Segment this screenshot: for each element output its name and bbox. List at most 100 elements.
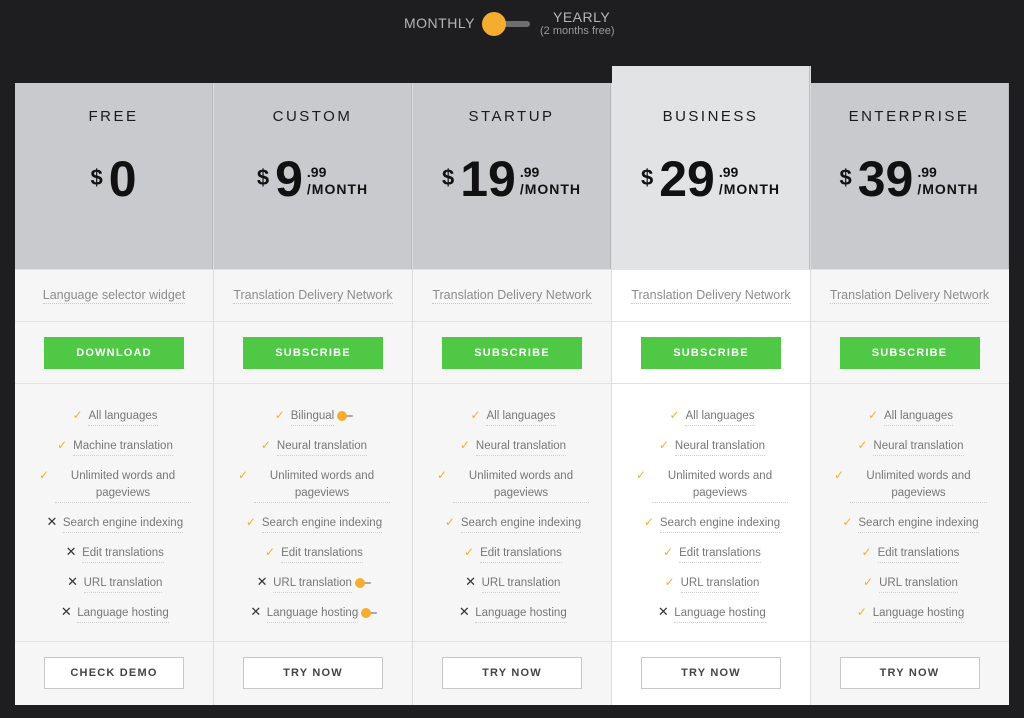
feature-label[interactable]: Language hosting	[674, 605, 766, 623]
feature-label[interactable]: Search engine indexing	[62, 515, 184, 533]
plan-tagline[interactable]: Translation Delivery Network	[631, 288, 791, 304]
plan-tagline[interactable]: Language selector widget	[42, 288, 186, 304]
plan-tagline[interactable]: Translation Delivery Network	[829, 288, 990, 304]
price-currency: $	[441, 165, 455, 190]
addon-toggle-knob[interactable]	[354, 578, 365, 588]
try-now-button[interactable]: TRY NOW	[442, 657, 582, 689]
feature-label[interactable]: Edit translations	[480, 545, 562, 563]
plan-column-enterprise: ENTERPRISE $39.99/MONTH Translation Deli…	[810, 83, 1009, 705]
price-cents: .99	[718, 164, 739, 180]
feature-label[interactable]: Unlimited words and pageviews	[652, 468, 788, 503]
plan-header: STARTUP $19.99/MONTH	[413, 83, 611, 269]
feature-label[interactable]: All languages	[883, 408, 954, 426]
feature-label[interactable]: Edit translations	[281, 545, 363, 563]
try-now-button[interactable]: TRY NOW	[839, 657, 980, 689]
feature-label[interactable]: Search engine indexing	[659, 515, 781, 533]
feature-label[interactable]: Unlimited words and pageviews	[453, 468, 589, 503]
feature-item: ✓ Neural translation	[612, 438, 810, 456]
feature-label[interactable]: Edit translations	[82, 545, 164, 563]
feature-list: ✓ Bilingual ✓ Neural translation ✓ Unlim…	[214, 384, 412, 642]
addon-toggle-icon[interactable]	[361, 608, 378, 618]
price-amount: 19	[460, 151, 516, 207]
feature-label[interactable]: Neural translation	[873, 438, 964, 456]
feature-label[interactable]: All languages	[486, 408, 556, 426]
plan-tagline-row: Translation Delivery Network	[413, 269, 611, 322]
check-icon: ✓	[857, 438, 868, 452]
plan-price: $29.99/MONTH	[612, 149, 809, 209]
check-icon: ✓	[444, 515, 455, 529]
feature-label[interactable]: Neural translation	[475, 438, 567, 456]
feature-label[interactable]: All languages	[88, 408, 158, 426]
check-demo-button[interactable]: CHECK DEMO	[44, 657, 184, 689]
feature-label[interactable]: Bilingual	[290, 408, 335, 426]
subscribe-button[interactable]: SUBSCRIBE	[839, 336, 980, 369]
feature-label[interactable]: Search engine indexing	[858, 515, 979, 533]
monthly-label[interactable]: MONTHLY	[404, 15, 475, 31]
feature-item: ✓ URL translation	[612, 575, 810, 593]
cross-icon: ✕	[65, 544, 77, 559]
feature-label[interactable]: Unlimited words and pageviews	[850, 468, 987, 503]
feature-item: ✓ All languages	[612, 408, 810, 426]
feature-list: ✓ All languages ✓ Neural translation ✓ U…	[612, 384, 810, 642]
feature-label[interactable]: URL translation	[879, 575, 958, 593]
feature-label[interactable]: Edit translations	[877, 545, 960, 563]
feature-item: ✓ Neural translation	[413, 438, 611, 456]
subscribe-button[interactable]: SUBSCRIBE	[641, 336, 781, 369]
feature-label[interactable]: Language hosting	[77, 605, 169, 623]
feature-label[interactable]: Unlimited words and pageviews	[254, 468, 390, 503]
feature-label[interactable]: URL translation	[273, 575, 352, 593]
plan-name: FREE	[88, 108, 139, 125]
feature-item: ✓ Neural translation	[810, 438, 1009, 456]
feature-label[interactable]: Unlimited words and pageviews	[55, 468, 191, 503]
try-now-button[interactable]: TRY NOW	[641, 657, 781, 689]
feature-label[interactable]: Search engine indexing	[261, 515, 383, 533]
feature-label[interactable]: Language hosting	[872, 605, 965, 623]
subscribe-button[interactable]: SUBSCRIBE	[442, 336, 582, 369]
feature-list: ✓ All languages ✓ Machine translation ✓ …	[15, 384, 213, 642]
feature-label[interactable]: Edit translations	[679, 545, 761, 563]
download-button[interactable]: DOWNLOAD	[44, 336, 184, 369]
check-icon: ✓	[470, 408, 481, 422]
billing-toggle[interactable]	[482, 12, 532, 36]
feature-item: ✓ URL translation	[810, 575, 1009, 593]
feature-label[interactable]: Language hosting	[266, 605, 359, 623]
feature-item: ✓ Search engine indexing	[413, 515, 611, 533]
addon-toggle-knob[interactable]	[361, 608, 372, 618]
plan-bottom-row: TRY NOW	[810, 642, 1009, 704]
feature-label[interactable]: Language hosting	[475, 605, 567, 623]
feature-item: ✓ All languages	[15, 408, 213, 426]
plan-price: $19.99/MONTH	[413, 149, 610, 209]
plan-tagline[interactable]: Translation Delivery Network	[233, 288, 393, 304]
feature-label[interactable]: Neural translation	[276, 438, 368, 456]
feature-label[interactable]: Machine translation	[73, 438, 173, 456]
plan-column-business: BUSINESS $29.99/MONTH Translation Delive…	[612, 66, 811, 705]
check-icon: ✓	[265, 545, 276, 559]
subscribe-button[interactable]: SUBSCRIBE	[243, 336, 383, 369]
feature-label[interactable]: Neural translation	[674, 438, 766, 456]
price-currency: $	[640, 165, 654, 190]
feature-label[interactable]: URL translation	[83, 575, 163, 593]
addon-toggle-knob[interactable]	[337, 411, 348, 421]
cross-icon: ✕	[256, 574, 268, 589]
feature-item: ✓ Unlimited words and pageviews	[413, 468, 611, 503]
try-now-button[interactable]: TRY NOW	[243, 657, 383, 689]
feature-item: ✕ Language hosting	[214, 605, 412, 623]
check-icon: ✓	[863, 575, 874, 589]
plan-column-custom: CUSTOM $9.99/MONTH Translation Delivery …	[214, 83, 413, 705]
plan-header: FREE $0	[15, 83, 213, 269]
addon-toggle-icon[interactable]	[354, 578, 371, 588]
addon-toggle-icon[interactable]	[337, 411, 354, 421]
price-cents: .99	[519, 164, 540, 180]
feature-item: ✓ Bilingual	[214, 408, 412, 426]
yearly-label[interactable]: YEARLY	[553, 9, 610, 25]
feature-label[interactable]: All languages	[685, 408, 755, 426]
feature-label[interactable]: URL translation	[680, 575, 760, 593]
feature-label[interactable]: Search engine indexing	[460, 515, 582, 533]
feature-item: ✕ Language hosting	[413, 605, 611, 623]
plan-tagline[interactable]: Translation Delivery Network	[432, 288, 592, 304]
feature-label[interactable]: URL translation	[481, 575, 561, 593]
check-icon: ✓	[669, 408, 680, 422]
toggle-knob[interactable]	[482, 12, 506, 36]
cross-icon: ✕	[458, 604, 470, 619]
pricing-table: FREE $0 Language selector widget DOWNLOA…	[15, 66, 1009, 706]
